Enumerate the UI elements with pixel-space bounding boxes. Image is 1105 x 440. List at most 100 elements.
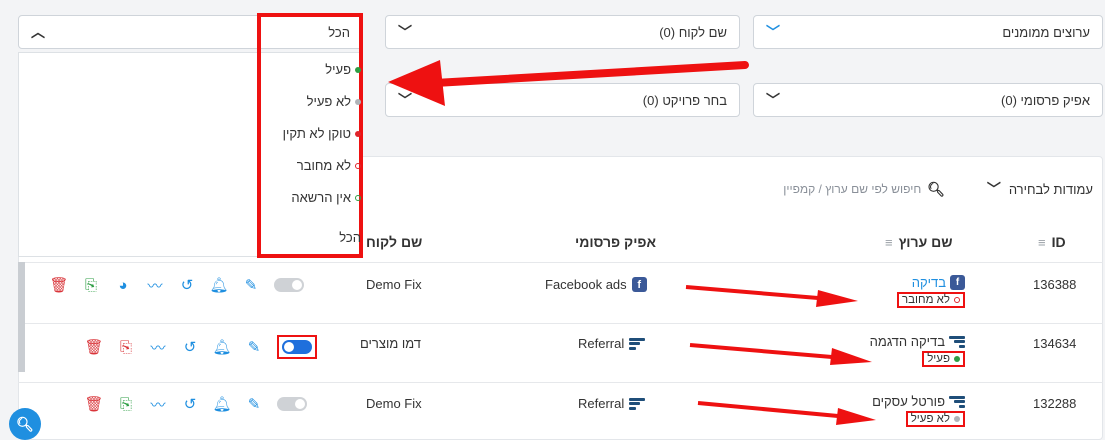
client-cell: Demo Fix xyxy=(366,277,422,292)
client-cell: Demo Fix xyxy=(366,396,422,411)
status-dot-icon xyxy=(954,297,960,303)
assets-filter-label: ערוצים ממומנים xyxy=(1002,24,1090,40)
search-box[interactable]: 🔍︎ חיפוש לפי שם ערוץ / קמפיין xyxy=(705,178,945,200)
status-option-label: לא מחובר xyxy=(296,158,351,173)
status-dot-icon xyxy=(355,130,361,137)
cell-id: 134634 xyxy=(1033,336,1077,351)
edit-icon[interactable]: ✎ xyxy=(242,276,260,294)
status-badge: פעיל xyxy=(922,351,965,367)
chevron-down-icon: ﹀ xyxy=(986,181,1001,197)
chevron-down-icon: ﹀ xyxy=(766,92,780,108)
divider xyxy=(18,262,1103,263)
delete-icon[interactable]: 🗑︎ xyxy=(84,395,103,413)
pie-chart-icon[interactable]: ◕ xyxy=(114,276,132,294)
status-option[interactable]: הכל xyxy=(265,230,361,245)
status-badge: לא פעיל xyxy=(905,411,965,427)
export-icon[interactable]: ⎘ xyxy=(117,395,135,413)
chevron-down-icon: ﹀ xyxy=(398,92,412,108)
channel-link[interactable]: פורטל עסקים xyxy=(872,394,945,409)
bell-icon[interactable]: 🔔︎ xyxy=(212,338,231,356)
chevron-down-icon: ﹀ xyxy=(766,24,780,40)
project-filter-select[interactable]: בחר פרויקט (0) ﹀ xyxy=(385,83,740,117)
search-icon: 🔍︎ xyxy=(927,180,945,197)
advertiser-filter-select[interactable]: אפיק פרסומי (0) ﹀ xyxy=(753,83,1103,117)
edit-icon[interactable]: ✎ xyxy=(245,395,263,413)
history-icon[interactable]: ↺ xyxy=(181,338,199,356)
row-actions: 🗑︎ ⎘ 〰 ↺ 🔔︎ ✎ xyxy=(84,395,307,414)
column-header-id[interactable]: ID ≡ xyxy=(1038,234,1066,250)
status-option[interactable]: לא מחובר xyxy=(265,158,361,173)
facebook-icon: f xyxy=(631,277,647,292)
status-badge: לא מחובר xyxy=(897,292,965,308)
columns-select[interactable]: עמודות לבחירה ﹀ xyxy=(968,178,1093,200)
export-icon[interactable]: ⎘ xyxy=(82,276,100,294)
chevron-up-icon: ︿ xyxy=(31,24,45,40)
cell-id: 132288 xyxy=(1033,396,1077,411)
client-filter-select[interactable]: שם לקוח (0) ﹀ xyxy=(385,15,740,49)
divider xyxy=(18,323,1103,324)
facebook-icon: f xyxy=(950,275,965,290)
annotation-arrow xyxy=(431,61,749,87)
sort-icon: ≡ xyxy=(1038,234,1046,250)
channel-cell: פורטל עסקים לא פעיל xyxy=(850,394,965,427)
trend-icon[interactable]: 〰 xyxy=(146,276,164,295)
search-icon: 🔍︎ xyxy=(16,415,34,432)
status-option[interactable]: אין הרשאה xyxy=(265,190,361,205)
column-header-client: שם לקוח xyxy=(366,234,423,250)
client-filter-label: שם לקוח (0) xyxy=(659,24,727,40)
advertiser-filter-label: אפיק פרסומי (0) xyxy=(1001,92,1090,108)
row-actions: 🗑︎ ⎘ ◕ 〰 ↺ 🔔︎ ✎ xyxy=(49,276,304,295)
channel-link[interactable]: בדיקה xyxy=(912,275,946,290)
referral-icon xyxy=(949,395,965,408)
channel-link[interactable]: בדיקה הדגמה xyxy=(870,334,945,349)
source-cell: Facebook ads f xyxy=(545,277,647,292)
edit-icon[interactable]: ✎ xyxy=(245,338,263,356)
active-toggle[interactable] xyxy=(282,340,312,354)
status-dot-icon xyxy=(355,98,361,105)
status-option[interactable]: פעיל xyxy=(265,62,361,77)
divider xyxy=(18,382,1103,383)
column-header-channel[interactable]: שם ערוץ ≡ xyxy=(885,234,953,250)
columns-label: עמודות לבחירה xyxy=(1008,181,1093,197)
status-dot-icon xyxy=(355,162,361,169)
status-option-label: פעיל xyxy=(325,62,351,77)
trend-icon[interactable]: 〰 xyxy=(149,395,167,414)
active-toggle[interactable] xyxy=(274,278,304,292)
chevron-down-icon: ﹀ xyxy=(398,24,412,40)
channel-cell: בדיקה הדגמה פעיל xyxy=(845,334,965,367)
status-option-label: לא פעיל xyxy=(306,94,351,109)
toggle-highlight xyxy=(277,335,317,359)
delete-icon[interactable]: 🗑︎ xyxy=(84,338,103,356)
status-dot-icon xyxy=(954,356,960,362)
referral-icon xyxy=(949,335,965,348)
status-option-label: אין הרשאה xyxy=(291,190,351,205)
sort-icon: ≡ xyxy=(885,234,893,250)
channel-cell: f בדיקה לא מחובר xyxy=(865,275,965,308)
status-dot-icon xyxy=(355,66,361,73)
status-dot-icon xyxy=(355,194,361,201)
status-option[interactable]: לא פעיל xyxy=(265,94,361,109)
export-error-icon[interactable]: ⎘ xyxy=(117,338,135,356)
history-icon[interactable]: ↺ xyxy=(178,276,196,294)
source-cell: Referral xyxy=(578,336,646,351)
scrollbar[interactable] xyxy=(18,262,25,372)
referral-icon xyxy=(629,337,646,350)
column-header-source: אפיק פרסומי xyxy=(575,234,657,250)
active-toggle[interactable] xyxy=(277,397,307,411)
source-cell: Referral xyxy=(578,396,646,411)
search-fab-button[interactable]: 🔍︎ xyxy=(9,408,41,440)
bell-icon[interactable]: 🔔︎ xyxy=(212,395,231,413)
assets-filter-select[interactable]: ערוצים ממומנים ﹀ xyxy=(753,15,1103,49)
delete-icon[interactable]: 🗑︎ xyxy=(49,276,68,294)
history-icon[interactable]: ↺ xyxy=(181,395,199,413)
status-option-label: טוקן לא תקין xyxy=(282,126,351,141)
bell-icon[interactable]: 🔔︎ xyxy=(209,276,228,294)
cell-id: 136388 xyxy=(1033,277,1077,292)
project-filter-label: בחר פרויקט (0) xyxy=(642,92,727,108)
search-placeholder: חיפוש לפי שם ערוץ / קמפיין xyxy=(783,182,922,196)
status-dot-icon xyxy=(954,416,960,422)
status-option[interactable]: טוקן לא תקין xyxy=(265,126,361,141)
client-cell: דמו מוצרים xyxy=(360,336,422,351)
referral-icon xyxy=(629,397,646,410)
trend-icon[interactable]: 〰 xyxy=(149,338,167,357)
